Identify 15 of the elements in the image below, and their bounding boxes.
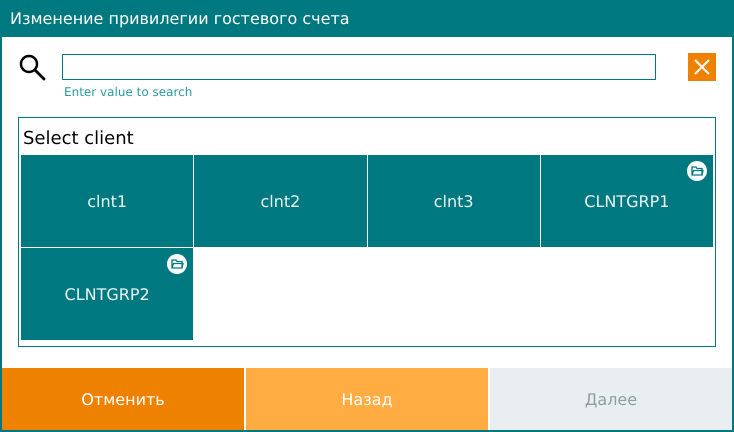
window-title: Изменение привилегии гостевого счета	[0, 0, 734, 37]
folder-icon	[167, 254, 188, 274]
client-tile[interactable]: clnt1	[21, 155, 194, 247]
close-button[interactable]	[688, 53, 716, 81]
search-field[interactable]	[62, 54, 656, 80]
client-tile[interactable]: clnt3	[368, 155, 540, 247]
search-icon	[18, 53, 46, 81]
close-icon	[693, 58, 711, 76]
panel-title: Select client	[22, 127, 135, 151]
folder-icon	[687, 161, 707, 181]
client-tile[interactable]: CLNTGRP1	[540, 155, 713, 247]
cancel-button[interactable]: Отменить	[2, 368, 244, 430]
search-hint: Enter value to search	[64, 85, 194, 99]
client-tile[interactable]: CLNTGRP2	[21, 248, 194, 340]
client-tile[interactable]: clnt2	[194, 155, 366, 247]
